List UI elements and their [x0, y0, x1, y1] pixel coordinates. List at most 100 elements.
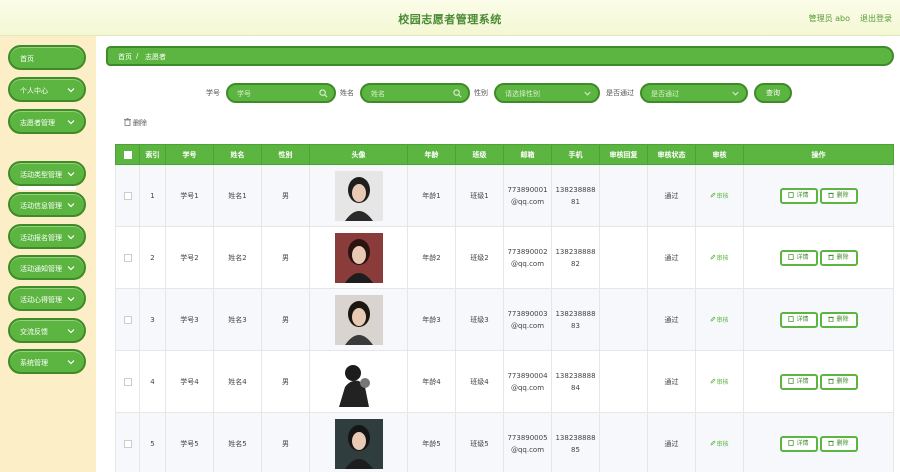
- select-all-checkbox[interactable]: [123, 150, 132, 159]
- delete-label: 删除: [836, 191, 849, 199]
- email-cell: 773890003 @qq.com: [503, 288, 552, 351]
- sidebar-item-7[interactable]: 活动心得管理: [8, 286, 86, 311]
- sidebar-item-4[interactable]: 活动信息管理: [8, 192, 86, 217]
- name-placeholder: 姓名: [371, 90, 385, 98]
- phone-line2: 85: [571, 445, 580, 454]
- delete-button[interactable]: 删除: [819, 435, 858, 452]
- column-header: 审核: [695, 144, 744, 165]
- student-id-input[interactable]: 学号: [226, 83, 336, 103]
- index-cell: 3: [139, 288, 166, 351]
- avatar: [334, 170, 383, 221]
- gender-label: 性别: [474, 89, 488, 97]
- bulk-delete-button[interactable]: 删除: [124, 118, 147, 128]
- detail-button[interactable]: 详情: [779, 187, 818, 204]
- gender-select[interactable]: 请选择性别: [494, 83, 600, 103]
- audit-link[interactable]: 审核: [710, 254, 729, 262]
- student-id-cell: 学号1: [165, 164, 214, 227]
- index-cell: 1: [139, 164, 166, 227]
- query-button[interactable]: 查询: [754, 83, 792, 103]
- table-row: 2 学号2 姓名2 男 年龄2 班级2 773890002 @qq.com 138238888 8…: [115, 226, 894, 289]
- trash-icon: [124, 118, 131, 126]
- phone-line1: 138238888: [555, 371, 596, 380]
- column-header: 手机: [551, 144, 600, 165]
- audit-link[interactable]: 审核: [710, 192, 729, 200]
- chevron-down-icon: [67, 297, 75, 302]
- sidebar-item-3[interactable]: 活动类型管理: [8, 161, 86, 186]
- column-header: 姓名: [213, 144, 262, 165]
- audit-label: 审核: [716, 379, 729, 386]
- chevron-down-icon: [67, 235, 75, 240]
- phone-line2: 84: [571, 383, 580, 392]
- row-checkbox[interactable]: [123, 253, 132, 262]
- breadcrumb-separator: /: [136, 52, 139, 60]
- row-select-cell: [115, 226, 140, 289]
- bulk-delete-label: 删除: [133, 119, 147, 127]
- gender-cell: 男: [261, 288, 310, 351]
- name-input[interactable]: 姓名: [360, 83, 470, 103]
- delete-button[interactable]: 删除: [819, 249, 858, 266]
- email-line1: 773890004: [507, 371, 548, 380]
- trash-icon: [828, 316, 835, 322]
- logout-link[interactable]: 退出登录: [860, 13, 892, 24]
- phone-line1: 138238888: [555, 247, 596, 256]
- detail-button[interactable]: 详情: [779, 311, 818, 328]
- delete-button[interactable]: 删除: [819, 311, 858, 328]
- search-icon: [319, 89, 328, 98]
- row-select-cell: [115, 164, 140, 227]
- approved-select[interactable]: 是否通过: [640, 83, 748, 103]
- audit-status-cell: 通过: [647, 164, 696, 227]
- row-checkbox[interactable]: [123, 439, 132, 448]
- audit-link[interactable]: 审核: [710, 440, 729, 448]
- chevron-down-icon: [67, 172, 75, 177]
- admin-username: 管理员 abo: [808, 14, 850, 23]
- document-icon: [788, 253, 795, 260]
- student-id-cell: 学号5: [165, 412, 214, 472]
- name-cell: 姓名4: [213, 350, 262, 413]
- email-line2: @qq.com: [510, 259, 545, 268]
- breadcrumb-home[interactable]: 首页: [118, 52, 132, 62]
- phone-cell: 138238888 84: [551, 350, 600, 413]
- audit-link[interactable]: 审核: [710, 316, 729, 324]
- operations-cell: 详情 删除: [743, 164, 894, 227]
- phone-line2: 81: [571, 197, 580, 206]
- phone-line2: 83: [571, 321, 580, 330]
- avatar-cell: [309, 226, 408, 289]
- row-checkbox[interactable]: [123, 315, 132, 324]
- gender-cell: 男: [261, 350, 310, 413]
- detail-button[interactable]: 详情: [779, 373, 818, 390]
- sidebar-item-label: 交流反馈: [20, 328, 48, 336]
- email-line1: 773890001: [507, 185, 548, 194]
- row-checkbox[interactable]: [123, 191, 132, 200]
- sidebar-item-label: 活动信息管理: [20, 202, 62, 210]
- phone-line2: 82: [571, 259, 580, 268]
- row-checkbox[interactable]: [123, 377, 132, 386]
- sidebar-item-9[interactable]: 系统管理: [8, 349, 86, 374]
- audit-label: 审核: [716, 317, 729, 324]
- delete-label: 删除: [836, 439, 849, 447]
- delete-button[interactable]: 删除: [819, 373, 858, 390]
- detail-button[interactable]: 详情: [779, 435, 818, 452]
- avatar-cell: [309, 164, 408, 227]
- sidebar-item-6[interactable]: 活动通知管理: [8, 255, 86, 280]
- delete-label: 删除: [836, 253, 849, 261]
- chevron-down-icon: [67, 360, 75, 365]
- sidebar-item-2[interactable]: 志愿者管理: [8, 109, 86, 134]
- email-cell: 773890002 @qq.com: [503, 226, 552, 289]
- audit-link[interactable]: 审核: [710, 378, 729, 386]
- detail-label: 详情: [796, 439, 809, 447]
- column-header: 学号: [165, 144, 214, 165]
- delete-label: 删除: [836, 377, 849, 385]
- chevron-down-icon: [67, 329, 75, 334]
- avatar-cell: [309, 288, 408, 351]
- row-select-cell: [115, 288, 140, 351]
- delete-button[interactable]: 删除: [819, 187, 858, 204]
- class-cell: 班级5: [455, 412, 504, 472]
- email-line2: @qq.com: [510, 445, 545, 454]
- name-cell: 姓名2: [213, 226, 262, 289]
- detail-label: 详情: [796, 253, 809, 261]
- sidebar-item-0[interactable]: 首页: [8, 45, 86, 70]
- sidebar-item-5[interactable]: 活动报名管理: [8, 224, 86, 249]
- sidebar-item-8[interactable]: 交流反馈: [8, 318, 86, 343]
- detail-button[interactable]: 详情: [779, 249, 818, 266]
- student-id-label: 学号: [206, 89, 220, 97]
